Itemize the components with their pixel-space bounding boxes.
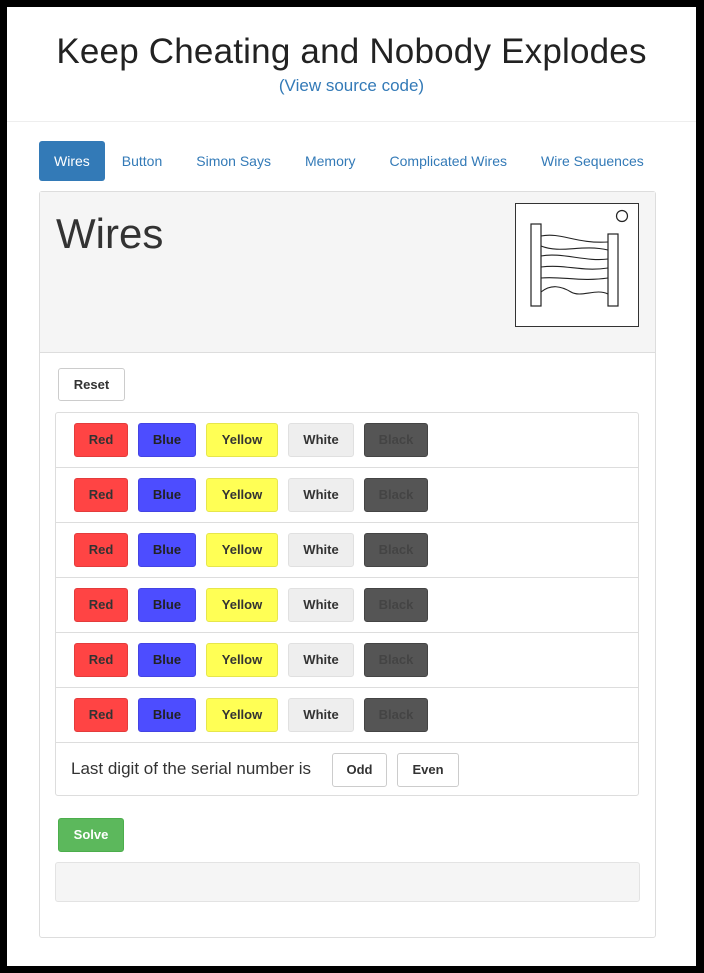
wire-row: Red Blue Yellow White Black: [56, 523, 638, 578]
tab-memory[interactable]: Memory: [288, 141, 373, 181]
wire-row: Red Blue Yellow White Black: [56, 578, 638, 633]
page: Keep Cheating and Nobody Explodes (View …: [7, 7, 696, 966]
wire-white-button[interactable]: White: [288, 698, 354, 732]
wire-yellow-button[interactable]: Yellow: [206, 643, 278, 677]
wires-panel: Wires Reset Red Blue Yellow White Black …: [39, 191, 656, 938]
wire-white-button[interactable]: White: [288, 643, 354, 677]
tab-button[interactable]: Button: [105, 141, 179, 181]
wire-black-button[interactable]: Black: [364, 478, 428, 512]
wire-list: Red Blue Yellow White Black Red Blue Yel…: [55, 412, 639, 796]
module-tabs: Wires Button Simon Says Memory Complicat…: [39, 141, 661, 181]
wire-red-button[interactable]: Red: [74, 643, 128, 677]
result-box: [55, 862, 640, 902]
tab-wire-sequences[interactable]: Wire Sequences: [524, 141, 661, 181]
view-source-link[interactable]: (View source code): [7, 75, 696, 97]
wire-white-button[interactable]: White: [288, 478, 354, 512]
even-button[interactable]: Even: [397, 753, 459, 787]
wire-white-button[interactable]: White: [288, 423, 354, 457]
wire-row: Red Blue Yellow White Black: [56, 468, 638, 523]
module-title: Wires: [56, 210, 164, 257]
wire-yellow-button[interactable]: Yellow: [206, 423, 278, 457]
panel-heading: Wires: [40, 192, 655, 353]
wire-red-button[interactable]: Red: [74, 423, 128, 457]
wire-yellow-button[interactable]: Yellow: [206, 533, 278, 567]
page-header: Keep Cheating and Nobody Explodes (View …: [7, 7, 696, 122]
wire-row: Red Blue Yellow White Black: [56, 688, 638, 743]
wire-black-button[interactable]: Black: [364, 423, 428, 457]
wire-blue-button[interactable]: Blue: [138, 533, 196, 567]
wire-white-button[interactable]: White: [288, 588, 354, 622]
odd-button[interactable]: Odd: [332, 753, 387, 787]
wire-blue-button[interactable]: Blue: [138, 478, 196, 512]
tab-wires[interactable]: Wires: [39, 141, 105, 181]
wire-blue-button[interactable]: Blue: [138, 588, 196, 622]
tab-simon-says[interactable]: Simon Says: [179, 141, 288, 181]
wire-red-button[interactable]: Red: [74, 588, 128, 622]
wire-black-button[interactable]: Black: [364, 588, 428, 622]
wire-red-button[interactable]: Red: [74, 698, 128, 732]
wire-blue-button[interactable]: Blue: [138, 698, 196, 732]
wire-yellow-button[interactable]: Yellow: [206, 478, 278, 512]
tab-complicated-wires[interactable]: Complicated Wires: [373, 141, 524, 181]
page-title: Keep Cheating and Nobody Explodes: [56, 32, 647, 71]
wire-row: Red Blue Yellow White Black: [56, 633, 638, 688]
wires-module-icon: [515, 203, 639, 327]
solve-button[interactable]: Solve: [58, 818, 124, 852]
wire-yellow-button[interactable]: Yellow: [206, 588, 278, 622]
serial-row: Last digit of the serial number is Odd E…: [56, 743, 638, 797]
wire-yellow-button[interactable]: Yellow: [206, 698, 278, 732]
wire-red-button[interactable]: Red: [74, 478, 128, 512]
wire-red-button[interactable]: Red: [74, 533, 128, 567]
wire-blue-button[interactable]: Blue: [138, 423, 196, 457]
reset-button[interactable]: Reset: [58, 368, 125, 401]
wire-black-button[interactable]: Black: [364, 643, 428, 677]
wire-white-button[interactable]: White: [288, 533, 354, 567]
serial-label: Last digit of the serial number is: [71, 759, 312, 778]
wire-blue-button[interactable]: Blue: [138, 643, 196, 677]
wire-row: Red Blue Yellow White Black: [56, 413, 638, 468]
wire-black-button[interactable]: Black: [364, 698, 428, 732]
wire-black-button[interactable]: Black: [364, 533, 428, 567]
